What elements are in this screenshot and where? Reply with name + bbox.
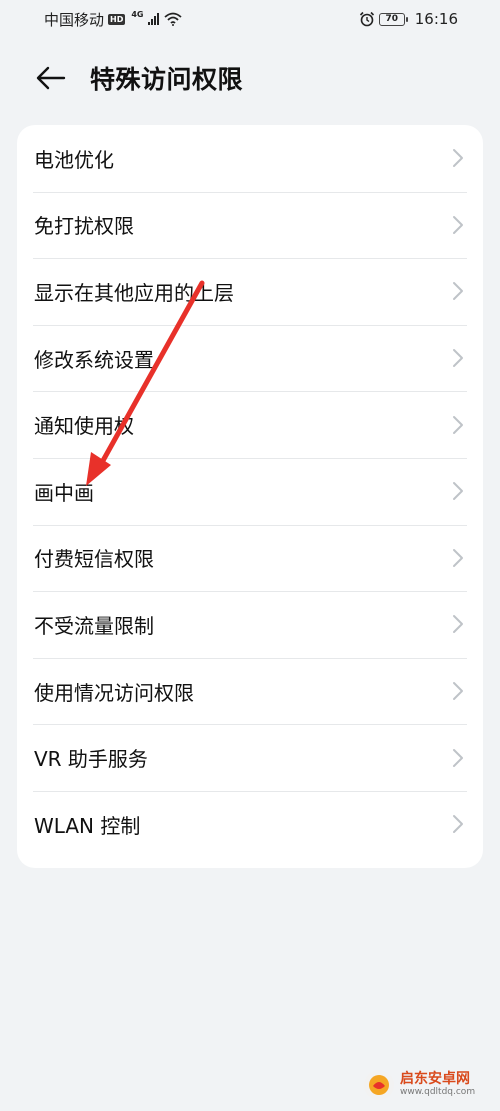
settings-list-card: 电池优化 免打扰权限 显示在其他应用的上层 修改系统设置 通知使用权 画中画 付… [17, 125, 483, 868]
chevron-right-icon [453, 349, 463, 368]
list-item-label: WLAN 控制 [34, 813, 141, 838]
back-button[interactable] [34, 61, 68, 95]
chevron-right-icon [453, 215, 463, 234]
chevron-right-icon [453, 482, 463, 501]
list-item-battery-optimization[interactable]: 电池优化 [17, 125, 483, 192]
list-item-wlan-control[interactable]: WLAN 控制 [17, 790, 483, 858]
chevron-right-icon [453, 415, 463, 434]
list-item-unrestricted-data[interactable]: 不受流量限制 [17, 591, 483, 658]
chevron-right-icon [453, 682, 463, 701]
list-item-notification-access[interactable]: 通知使用权 [17, 391, 483, 458]
list-item-modify-system-settings[interactable]: 修改系统设置 [17, 324, 483, 392]
network-type: 4G [131, 9, 144, 19]
signal-icon [147, 13, 159, 25]
list-item-label: 使用情况访问权限 [34, 680, 194, 705]
chevron-right-icon [453, 748, 463, 767]
list-item-label: VR 助手服务 [34, 747, 148, 772]
list-item-label: 画中画 [34, 480, 94, 505]
watermark-text: 启东安卓网 www.qdltdq.com [400, 1071, 476, 1097]
list-item-usage-access[interactable]: 使用情况访问权限 [17, 657, 483, 725]
list-item-label: 付费短信权限 [34, 547, 154, 572]
list-item-vr-helper[interactable]: VR 助手服务 [17, 724, 483, 791]
list-item-do-not-disturb[interactable]: 免打扰权限 [17, 191, 483, 259]
list-item-display-over-apps[interactable]: 显示在其他应用的上层 [17, 258, 483, 325]
chevron-right-icon [453, 548, 463, 567]
carrier-name: 中国移动 [44, 10, 105, 29]
status-bar: 中国移动 HD 4G 70 16:16 [0, 0, 500, 38]
alarm-icon [359, 11, 374, 27]
chevron-right-icon [453, 615, 463, 634]
list-item-label: 不受流量限制 [34, 613, 154, 638]
battery-icon: 70 [378, 12, 408, 26]
list-item-label: 电池优化 [34, 147, 114, 172]
list-item-picture-in-picture[interactable]: 画中画 [17, 457, 483, 525]
watermark-logo-icon [364, 1070, 394, 1100]
list-item-label: 免打扰权限 [34, 214, 134, 239]
status-right: 70 16:16 [359, 10, 458, 28]
watermark: 启东安卓网 www.qdltdq.com [364, 1065, 494, 1105]
chevron-right-icon [453, 282, 463, 301]
chevron-right-icon [453, 815, 463, 834]
status-left: 中国移动 HD 4G [44, 9, 182, 30]
battery-level: 70 [385, 14, 399, 24]
back-arrow-icon [36, 66, 66, 90]
list-item-premium-sms[interactable]: 付费短信权限 [17, 524, 483, 592]
clock: 16:16 [414, 10, 458, 28]
hd-badge: HD [108, 13, 126, 25]
watermark-url: www.qdltdq.com [400, 1086, 476, 1097]
wifi-icon [163, 12, 182, 26]
list-item-label: 通知使用权 [34, 414, 134, 439]
list-item-label: 修改系统设置 [34, 347, 154, 372]
watermark-name: 启东安卓网 [400, 1071, 470, 1088]
screen: 中国移动 HD 4G 70 16:16 特殊访问权限 电池优化 免打扰权限 显示… [0, 0, 500, 1111]
page-title: 特殊访问权限 [90, 65, 244, 94]
app-header: 特殊访问权限 [0, 52, 500, 104]
chevron-right-icon [453, 149, 463, 168]
list-item-label: 显示在其他应用的上层 [34, 280, 234, 305]
